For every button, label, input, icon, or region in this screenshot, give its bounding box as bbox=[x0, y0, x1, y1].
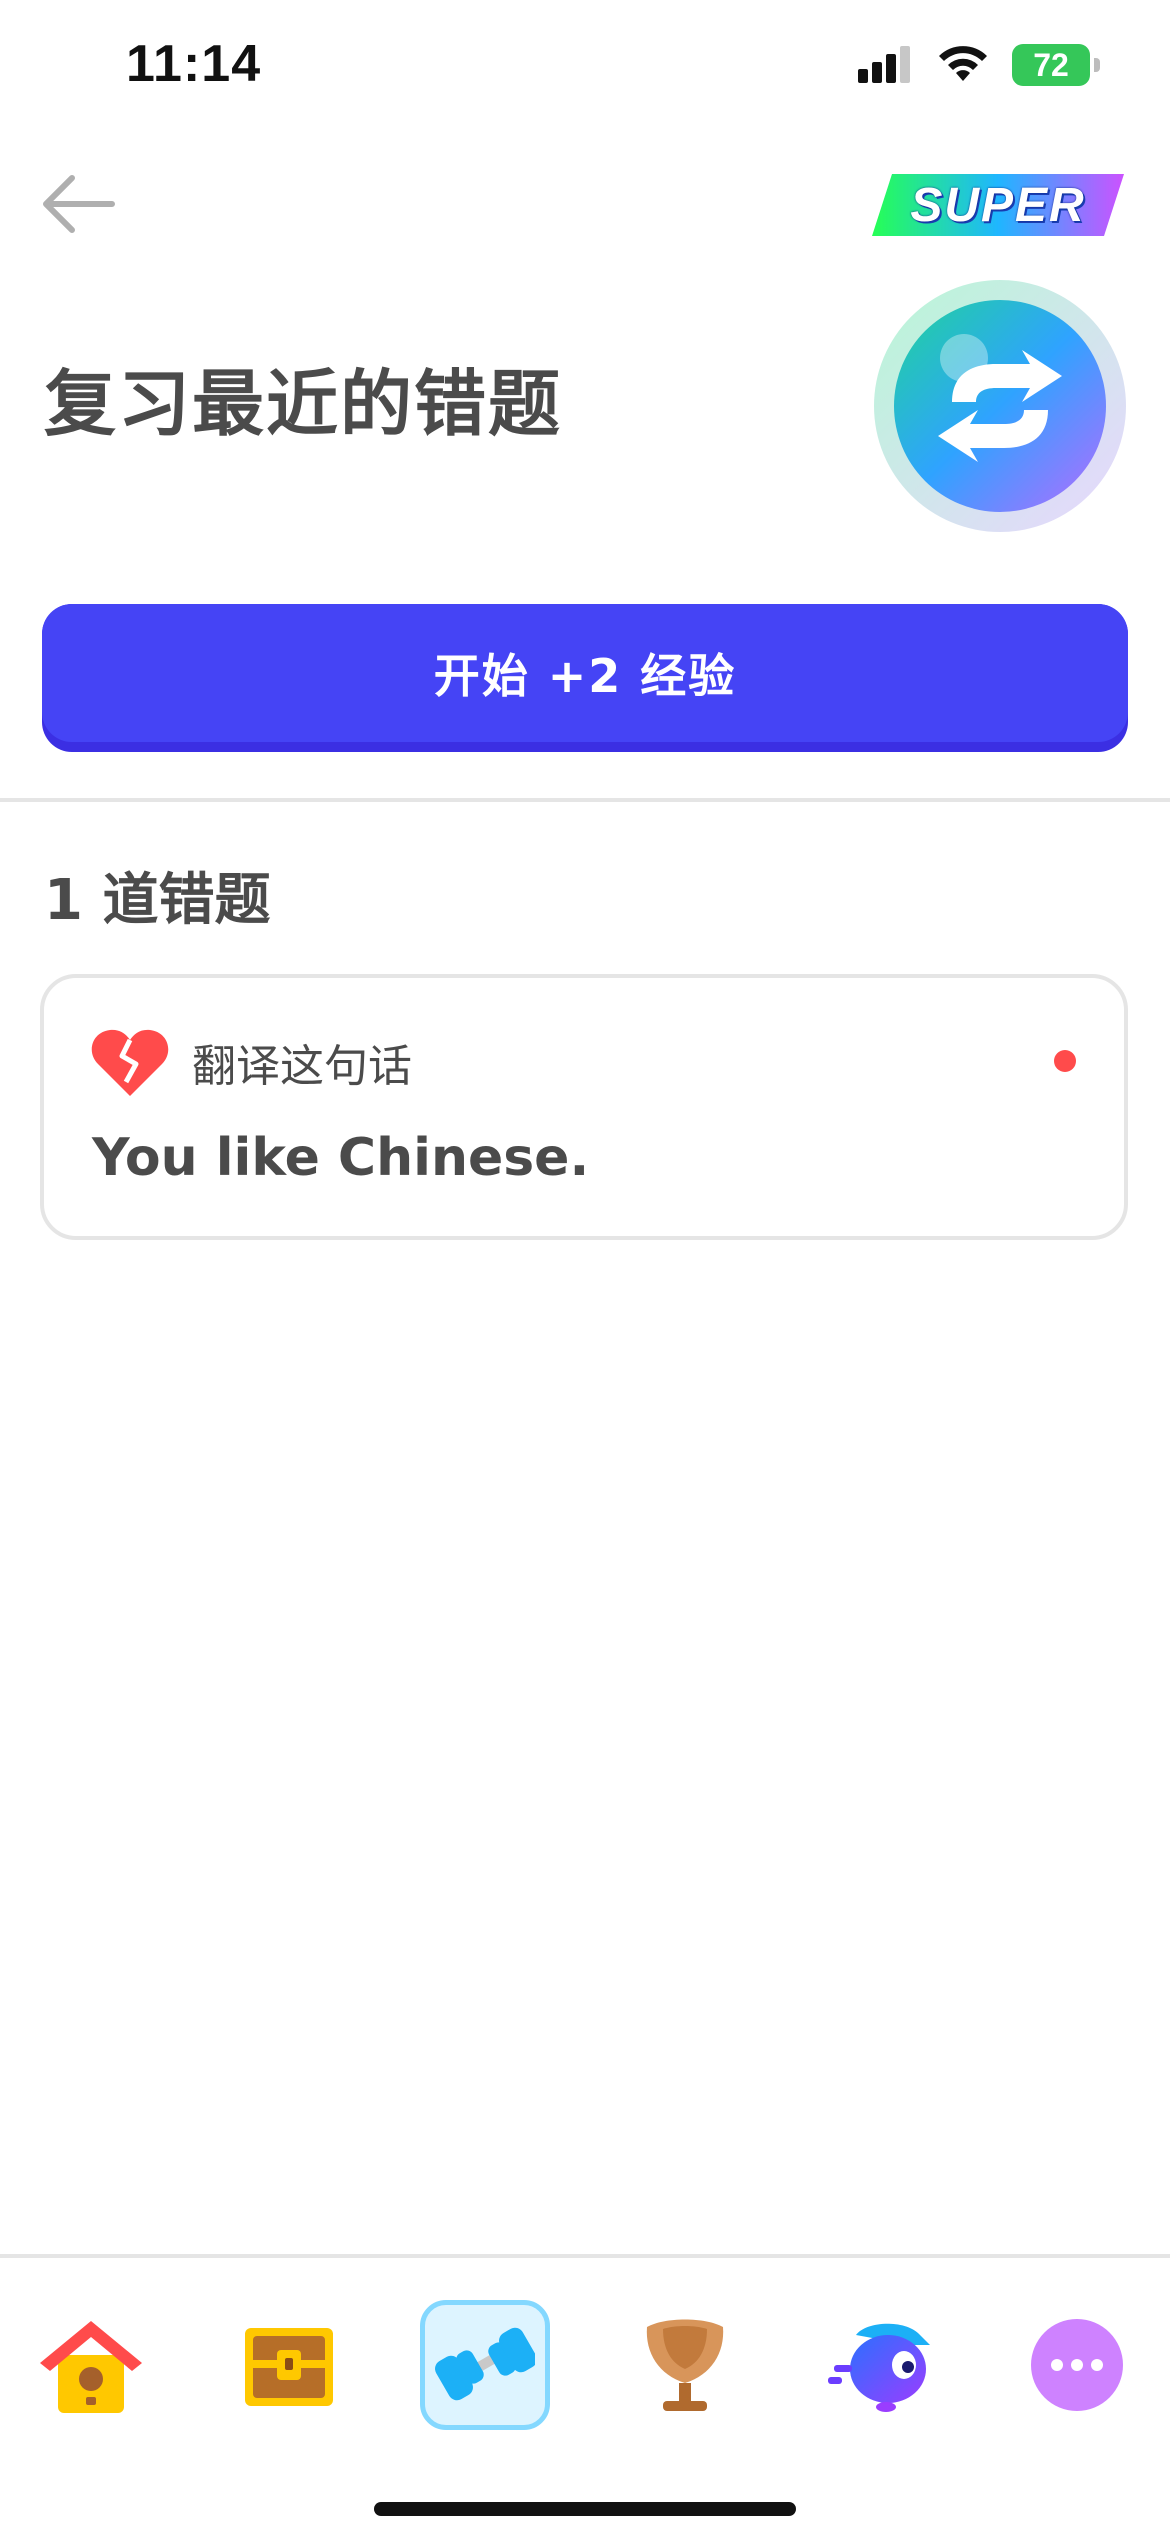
divider bbox=[0, 798, 1170, 802]
nav-more[interactable] bbox=[1012, 2300, 1142, 2430]
cellular-signal-icon bbox=[858, 45, 914, 85]
super-label: SUPER bbox=[910, 178, 1086, 232]
super-badge[interactable]: SUPER bbox=[868, 170, 1128, 240]
page-title: 复习最近的错题 bbox=[44, 362, 563, 446]
mistake-card[interactable]: 翻译这句话 You like Chinese. bbox=[40, 974, 1128, 1240]
mistake-sentence: You like Chinese. bbox=[92, 1128, 590, 1188]
nav-profile[interactable] bbox=[816, 2300, 946, 2430]
wifi-icon bbox=[936, 45, 990, 85]
battery-charging-icon: 72 bbox=[1012, 44, 1100, 86]
mistake-type-label: 翻译这句话 bbox=[192, 1041, 412, 1092]
status-icons: 72 bbox=[858, 40, 1100, 90]
nav-chest[interactable] bbox=[224, 2300, 354, 2430]
birdhouse-home-icon bbox=[40, 2321, 142, 2413]
battery-level: 72 bbox=[1033, 46, 1069, 83]
dumbbell-icon bbox=[435, 2327, 535, 2401]
treasure-chest-icon bbox=[245, 2328, 333, 2406]
arrow-left-icon bbox=[43, 175, 115, 233]
start-button[interactable]: 开始 +2 经验 bbox=[42, 604, 1128, 752]
more-dots-icon bbox=[1031, 2319, 1123, 2411]
nav-leaderboard[interactable] bbox=[620, 2300, 750, 2430]
back-button[interactable] bbox=[40, 168, 120, 240]
bottom-nav bbox=[0, 2258, 1170, 2532]
home-indicator[interactable] bbox=[374, 2502, 796, 2516]
mistakes-count-title: 1 道错题 bbox=[44, 868, 271, 933]
broken-heart-icon bbox=[90, 1026, 170, 1098]
start-button-label: 开始 +2 经验 bbox=[433, 649, 737, 703]
nav-home[interactable] bbox=[26, 2300, 156, 2430]
nav-practice[interactable] bbox=[420, 2300, 550, 2430]
trophy-icon bbox=[646, 2319, 724, 2411]
duo-character-icon bbox=[828, 2323, 930, 2412]
unread-dot bbox=[1054, 1050, 1076, 1072]
refresh-arrows-icon bbox=[872, 278, 1128, 534]
status-time: 11:14 bbox=[126, 35, 262, 93]
